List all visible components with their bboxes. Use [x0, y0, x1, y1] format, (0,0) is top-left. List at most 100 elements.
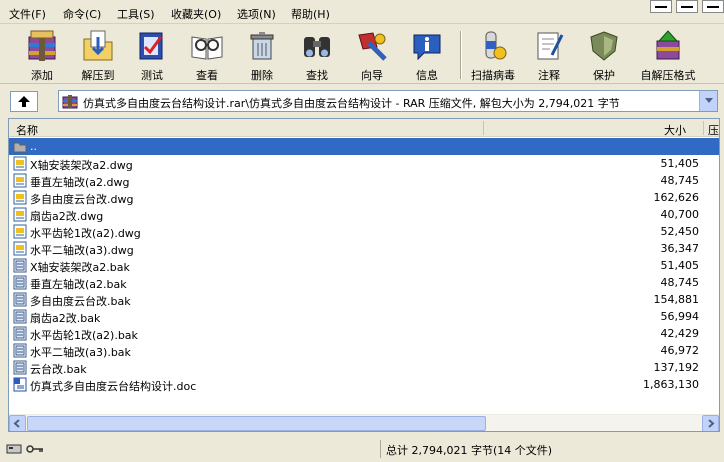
column-separator[interactable] — [703, 121, 704, 135]
file-row[interactable]: 多自由度云台改.dwg 162,626 — [9, 189, 719, 206]
arrow-up-icon — [18, 96, 30, 107]
file-size: 137,192 — [653, 361, 700, 374]
menu-tools[interactable]: 工具(S) — [117, 6, 155, 22]
scroll-right-button[interactable] — [702, 415, 719, 431]
file-size: 36,347 — [660, 242, 700, 255]
view-icon — [191, 36, 223, 60]
file-rows: .. X轴安装架改a2.dwg 51,405 垂直左轴改(a2.dwg 48,745 多自… — [9, 138, 719, 393]
file-size: 48,745 — [660, 276, 700, 289]
menu-commands[interactable]: 命令(C) — [63, 6, 101, 22]
menu-file[interactable]: 文件(F) — [9, 6, 46, 22]
arrow-right-icon — [708, 419, 715, 428]
dwg-file-icon — [13, 173, 27, 188]
sfx-button[interactable]: 自解压格式 — [633, 29, 703, 83]
test-button[interactable]: 测试 — [124, 29, 180, 83]
bak-file-icon — [13, 275, 27, 290]
sfx-icon — [656, 30, 680, 60]
bak-file-icon — [13, 309, 27, 324]
file-row[interactable]: 云台改.bak 137,192 — [9, 359, 719, 376]
column-packed-header[interactable]: 压 — [708, 119, 719, 137]
comment-button[interactable]: 注释 — [521, 29, 577, 83]
dwg-file-icon — [13, 241, 27, 256]
file-row[interactable]: 仿真式多自由度云台结构设计.doc 1,863,130 — [9, 376, 719, 393]
extract-to-button[interactable]: 解压到 — [70, 29, 126, 83]
add-label: 添加 — [31, 69, 53, 82]
wizard-label: 向导 — [361, 69, 383, 82]
path-dropdown-button[interactable] — [699, 91, 717, 111]
drive-key-icon — [6, 444, 43, 454]
scrollbar-thumb[interactable] — [27, 416, 486, 431]
file-row[interactable]: 垂直左轴改(a2.bak 48,745 — [9, 274, 719, 291]
dwg-file-icon — [13, 207, 27, 222]
file-size: 48,745 — [660, 174, 700, 187]
minimize-button[interactable] — [650, 0, 672, 13]
status-text: 总计 2,794,021 字节(14 个文件) — [386, 444, 553, 457]
view-button[interactable]: 查看 — [179, 29, 235, 83]
file-row[interactable]: 扇齿a2改.dwg 40,700 — [9, 206, 719, 223]
add-button[interactable]: 添加 — [14, 29, 70, 83]
column-size-header[interactable]: 大小 — [664, 119, 686, 137]
wizard-icon — [358, 32, 387, 61]
file-row[interactable]: 水平齿轮1改(a2).bak 42,429 — [9, 325, 719, 342]
extract-to-icon — [83, 30, 113, 61]
file-name: 扇齿a2改.dwg — [30, 210, 104, 223]
maximize-button[interactable] — [676, 0, 698, 13]
protect-button[interactable]: 保护 — [576, 29, 632, 83]
dwg-file-icon — [13, 224, 27, 239]
test-icon — [139, 32, 163, 60]
virus-scan-label: 扫描病毒 — [471, 69, 515, 82]
rar-archive-icon — [62, 95, 78, 109]
file-row[interactable]: 扇齿a2改.bak 56,994 — [9, 308, 719, 325]
view-label: 查看 — [196, 69, 218, 82]
file-size: 40,700 — [660, 208, 700, 221]
file-list[interactable]: 名称 大小 压 .. X轴安装架改a2.dwg 51,405 垂直左轴改(a2.dwg… — [8, 118, 720, 432]
protect-label: 保护 — [593, 69, 615, 82]
bak-file-icon — [13, 326, 27, 341]
delete-button[interactable]: 删除 — [234, 29, 290, 83]
arrow-left-icon — [13, 419, 20, 428]
scroll-left-button[interactable] — [9, 415, 26, 431]
wizard-button[interactable]: 向导 — [344, 29, 400, 83]
close-button[interactable] — [702, 0, 724, 13]
winrar-window: 文件(F) 命令(C) 工具(S) 收藏夹(O) 选项(N) 帮助(H) 添加 — [0, 0, 724, 462]
sfx-label: 自解压格式 — [640, 69, 696, 82]
file-name: 扇齿a2改.bak — [30, 312, 101, 325]
virus-scan-button[interactable]: 扫描病毒 — [465, 29, 521, 83]
info-button[interactable]: 信息 — [399, 29, 455, 83]
file-name: X轴安装架改a2.bak — [30, 261, 130, 274]
extract-to-label: 解压到 — [81, 69, 115, 82]
menu-favorites[interactable]: 收藏夹(O) — [171, 6, 221, 22]
column-separator[interactable] — [483, 121, 484, 135]
file-row[interactable]: .. — [9, 138, 719, 155]
find-label: 查找 — [306, 69, 328, 82]
file-size: 46,972 — [660, 344, 700, 357]
file-row[interactable]: 水平齿轮1改(a2).dwg 52,450 — [9, 223, 719, 240]
horizontal-scrollbar[interactable] — [9, 414, 719, 431]
bak-file-icon — [13, 292, 27, 307]
column-name-header[interactable]: 名称 — [16, 119, 38, 137]
file-name: X轴安装架改a2.dwg — [30, 159, 133, 172]
find-button[interactable]: 查找 — [289, 29, 345, 83]
delete-label: 删除 — [251, 69, 273, 82]
test-label: 测试 — [141, 69, 163, 82]
info-label: 信息 — [416, 69, 438, 82]
toolbar-separator — [460, 31, 462, 79]
file-row[interactable]: 水平二轴改(a3).dwg 36,347 — [9, 240, 719, 257]
up-one-level-button[interactable] — [10, 91, 38, 112]
menu-options[interactable]: 选项(N) — [237, 6, 276, 22]
find-icon — [304, 37, 330, 57]
file-name: 多自由度云台改.dwg — [30, 193, 134, 206]
path-combobox[interactable]: 仿真式多自由度云台结构设计.rar\仿真式多自由度云台结构设计 - RAR 压缩… — [58, 90, 718, 112]
file-row[interactable]: 多自由度云台改.bak 154,881 — [9, 291, 719, 308]
status-bar: 总计 2,794,021 字节(14 个文件) — [0, 436, 724, 462]
file-row[interactable]: X轴安装架改a2.bak 51,405 — [9, 257, 719, 274]
file-row[interactable]: 垂直左轴改(a2.dwg 48,745 — [9, 172, 719, 189]
file-row[interactable]: X轴安装架改a2.dwg 51,405 — [9, 155, 719, 172]
menu-help[interactable]: 帮助(H) — [291, 6, 330, 22]
file-row[interactable]: 水平二轴改(a3).bak 46,972 — [9, 342, 719, 359]
file-name: 云台改.bak — [30, 363, 87, 376]
doc-file-icon — [13, 377, 27, 392]
parent-folder-icon — [13, 142, 27, 153]
delete-icon — [250, 32, 274, 60]
path-text: 仿真式多自由度云台结构设计.rar\仿真式多自由度云台结构设计 - RAR 压缩… — [83, 97, 620, 110]
